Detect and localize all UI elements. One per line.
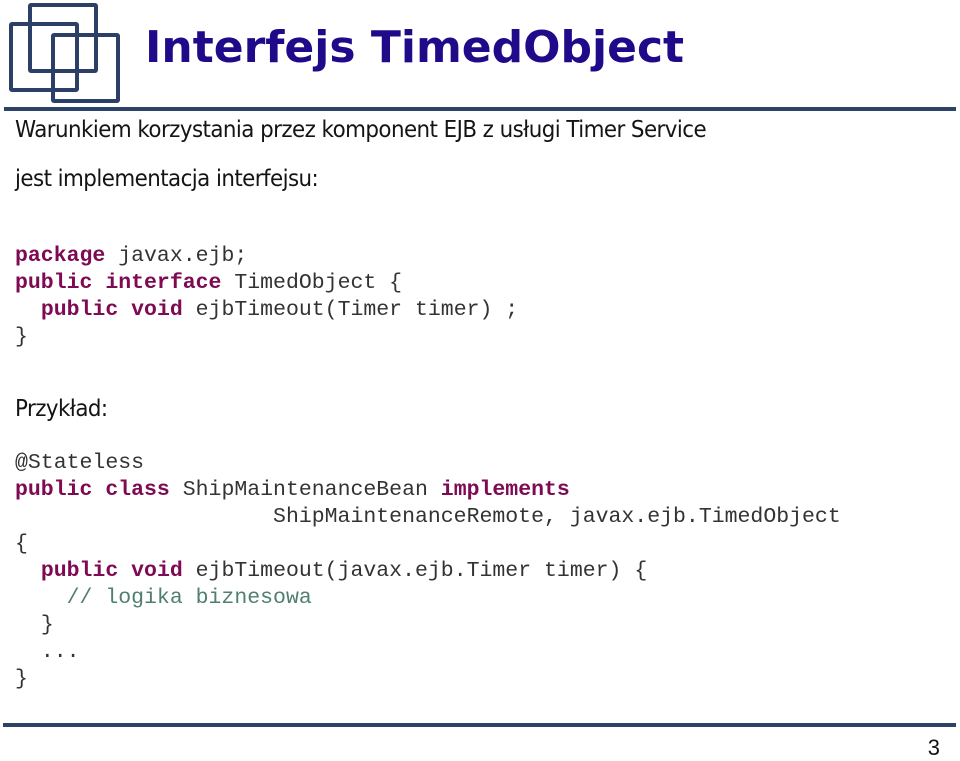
code-line: package javax.ejb; bbox=[15, 243, 518, 270]
header-divider bbox=[4, 107, 956, 111]
code-line: } bbox=[15, 612, 841, 639]
example-label: Przykład: bbox=[15, 396, 108, 422]
code-keyword: public bbox=[40, 298, 119, 322]
code-text: } bbox=[15, 667, 28, 691]
slide-title: Interfejs TimedObject bbox=[145, 22, 685, 73]
code-text: } bbox=[15, 325, 28, 349]
code-text: { bbox=[15, 532, 28, 556]
code-line: } bbox=[15, 324, 518, 351]
code-text: TimedObject { bbox=[221, 271, 403, 295]
code-comment: // logika biznesowa bbox=[66, 586, 312, 610]
code-text: } bbox=[40, 613, 54, 637]
code-line: public void ejbTimeout(Timer timer) ; bbox=[15, 297, 518, 324]
code-keyword: public bbox=[15, 271, 93, 295]
code-keyword: public bbox=[15, 478, 93, 502]
code-line: // logika biznesowa bbox=[15, 585, 841, 612]
code-keyword: void bbox=[131, 559, 183, 583]
code-line: { bbox=[15, 531, 841, 558]
code-text: ShipMaintenanceBean bbox=[169, 478, 441, 502]
intro-text-line-2: jest implementacja interfejsu: bbox=[15, 166, 319, 192]
code-keyword: package bbox=[15, 244, 106, 268]
code-text: ejbTimeout(Timer timer) ; bbox=[182, 298, 519, 322]
code-text: javax.ejb; bbox=[105, 244, 248, 268]
code-keyword: class bbox=[105, 478, 170, 502]
code-line: } bbox=[15, 666, 841, 693]
code-text: ejbTimeout(javax.ejb.Timer timer) { bbox=[182, 559, 648, 583]
code-line: ShipMaintenanceRemote, javax.ejb.TimedOb… bbox=[15, 504, 841, 531]
footer-divider bbox=[3, 723, 956, 727]
overlapping-squares-logo-icon bbox=[9, 3, 120, 103]
code-text: ... bbox=[40, 640, 80, 664]
page-number: 3 bbox=[927, 735, 940, 760]
code-keyword: void bbox=[131, 298, 183, 322]
code-line: public void ejbTimeout(javax.ejb.Timer t… bbox=[15, 558, 841, 585]
code-keyword: public bbox=[40, 559, 119, 583]
code-keyword: implements bbox=[440, 478, 570, 502]
code-line: public interface TimedObject { bbox=[15, 270, 518, 297]
code-line: ... bbox=[15, 639, 841, 666]
code-keyword: interface bbox=[105, 271, 222, 295]
code-text: @Stateless bbox=[15, 451, 145, 475]
code-text: ShipMaintenanceRemote, javax.ejb.TimedOb… bbox=[273, 505, 841, 529]
code-line: public class ShipMaintenanceBean impleme… bbox=[15, 477, 841, 504]
code-line: @Stateless bbox=[15, 450, 841, 477]
code-block-interface: package javax.ejb; public interface Timed… bbox=[15, 243, 518, 351]
intro-text-line-1: Warunkiem korzystania przez komponent EJ… bbox=[15, 117, 707, 143]
code-block-example: @Stateless public class ShipMaintenanceBe… bbox=[15, 450, 841, 693]
